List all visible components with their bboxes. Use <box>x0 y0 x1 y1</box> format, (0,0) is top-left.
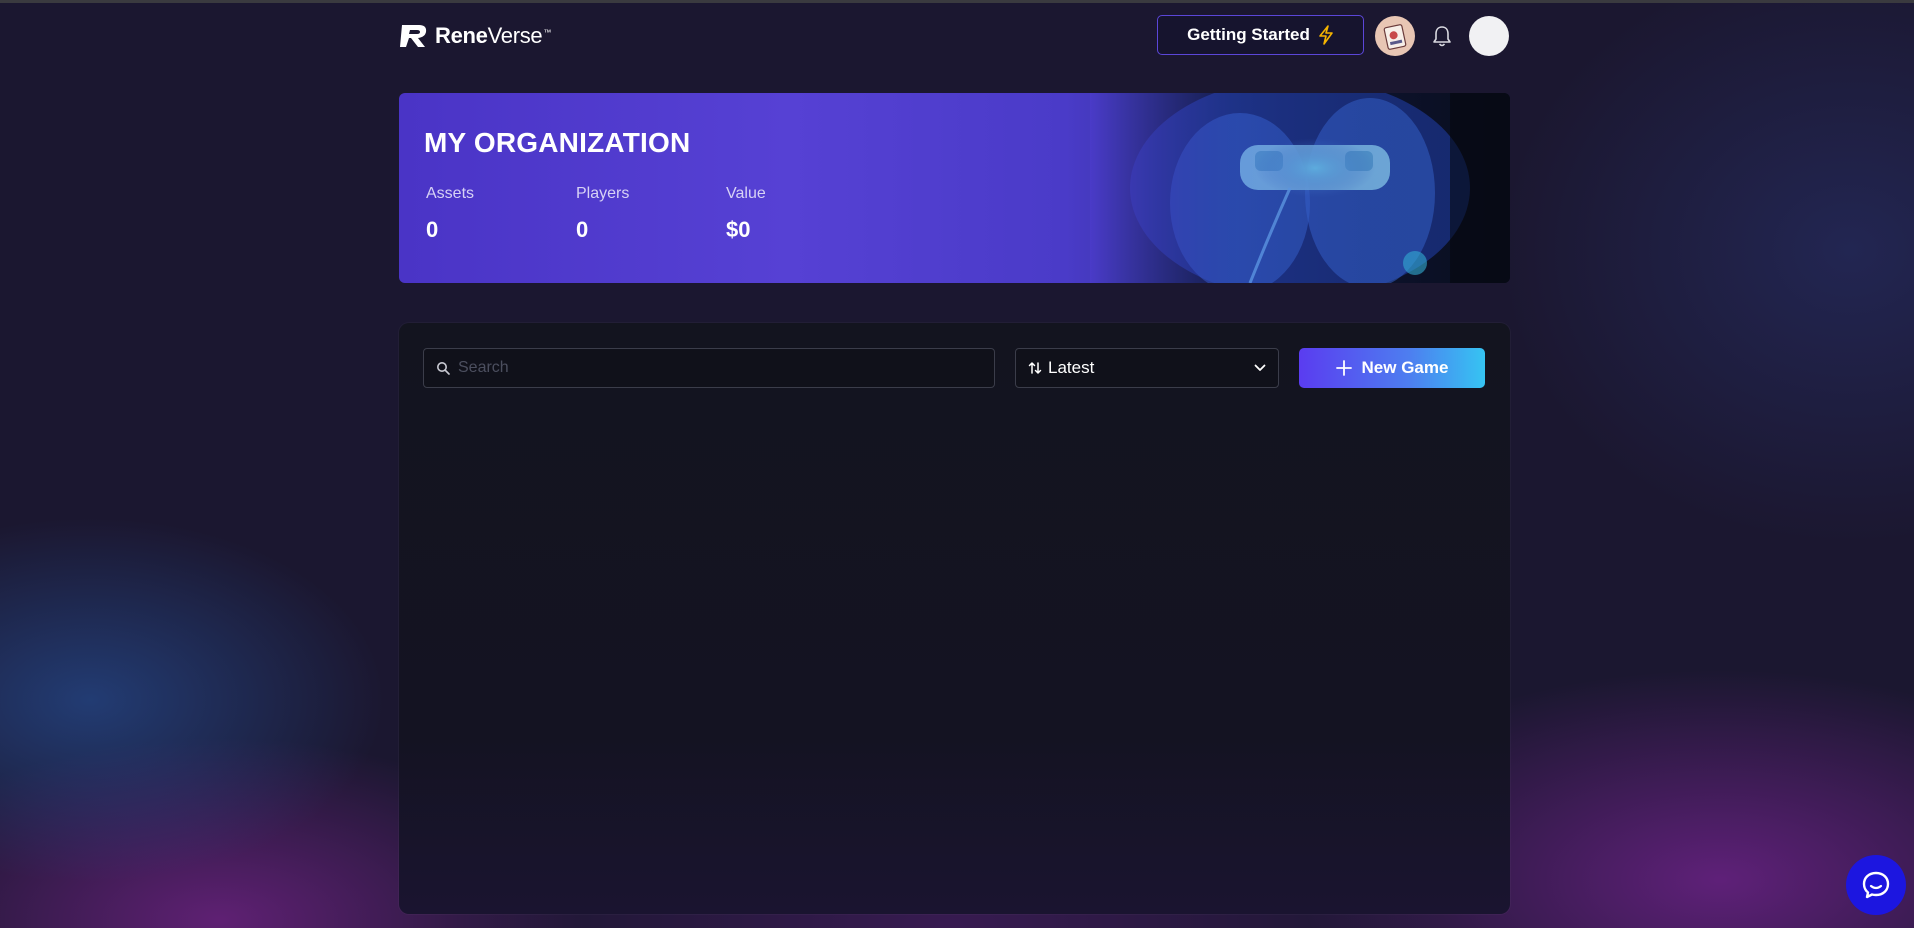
stat-label: Players <box>576 185 630 202</box>
games-panel: Latest New Game <box>399 323 1510 914</box>
new-game-button[interactable]: New Game <box>1299 348 1485 388</box>
window-top-border <box>0 0 1914 3</box>
organization-avatar[interactable] <box>1375 16 1415 56</box>
new-game-label: New Game <box>1361 358 1449 377</box>
stat-players: Players 0 <box>576 185 629 243</box>
stat-value-total: Value $0 <box>726 185 766 243</box>
stat-assets: Assets 0 <box>426 185 474 243</box>
reneverse-logo-icon <box>400 25 427 47</box>
lightning-bolt-icon <box>1319 25 1333 45</box>
organization-avatar-image <box>1383 24 1407 50</box>
getting-started-label: Getting Started <box>1187 25 1310 44</box>
chat-widget-button[interactable] <box>1846 855 1906 915</box>
banner-title: MY ORGANIZATION <box>424 127 691 158</box>
reneverse-logo[interactable]: ReneVerse™ <box>399 22 551 50</box>
sort-selected-value: Latest <box>1048 358 1095 377</box>
stat-label: Assets <box>426 185 475 202</box>
stat-value: $0 <box>726 217 751 242</box>
search-box[interactable] <box>423 348 995 388</box>
search-input[interactable] <box>456 358 994 378</box>
search-icon <box>437 362 450 375</box>
sort-arrows-icon <box>1028 362 1042 374</box>
organization-banner: MY ORGANIZATION Assets 0 Players 0 Value… <box>399 93 1510 283</box>
stat-label: Value <box>726 185 766 202</box>
bell-icon[interactable] <box>1431 24 1453 48</box>
plus-icon <box>1335 360 1352 376</box>
stat-value: 0 <box>576 217 589 242</box>
stat-value: 0 <box>426 217 439 242</box>
sort-select[interactable]: Latest <box>1015 348 1279 388</box>
logo-wordmark: ReneVerse™ <box>435 23 552 48</box>
gamepad-hands-image <box>1090 93 1510 283</box>
getting-started-button[interactable]: Getting Started <box>1157 15 1364 55</box>
chevron-down-icon <box>1254 364 1266 371</box>
user-avatar[interactable] <box>1469 16 1509 56</box>
chat-bubble-icon <box>1862 871 1890 899</box>
